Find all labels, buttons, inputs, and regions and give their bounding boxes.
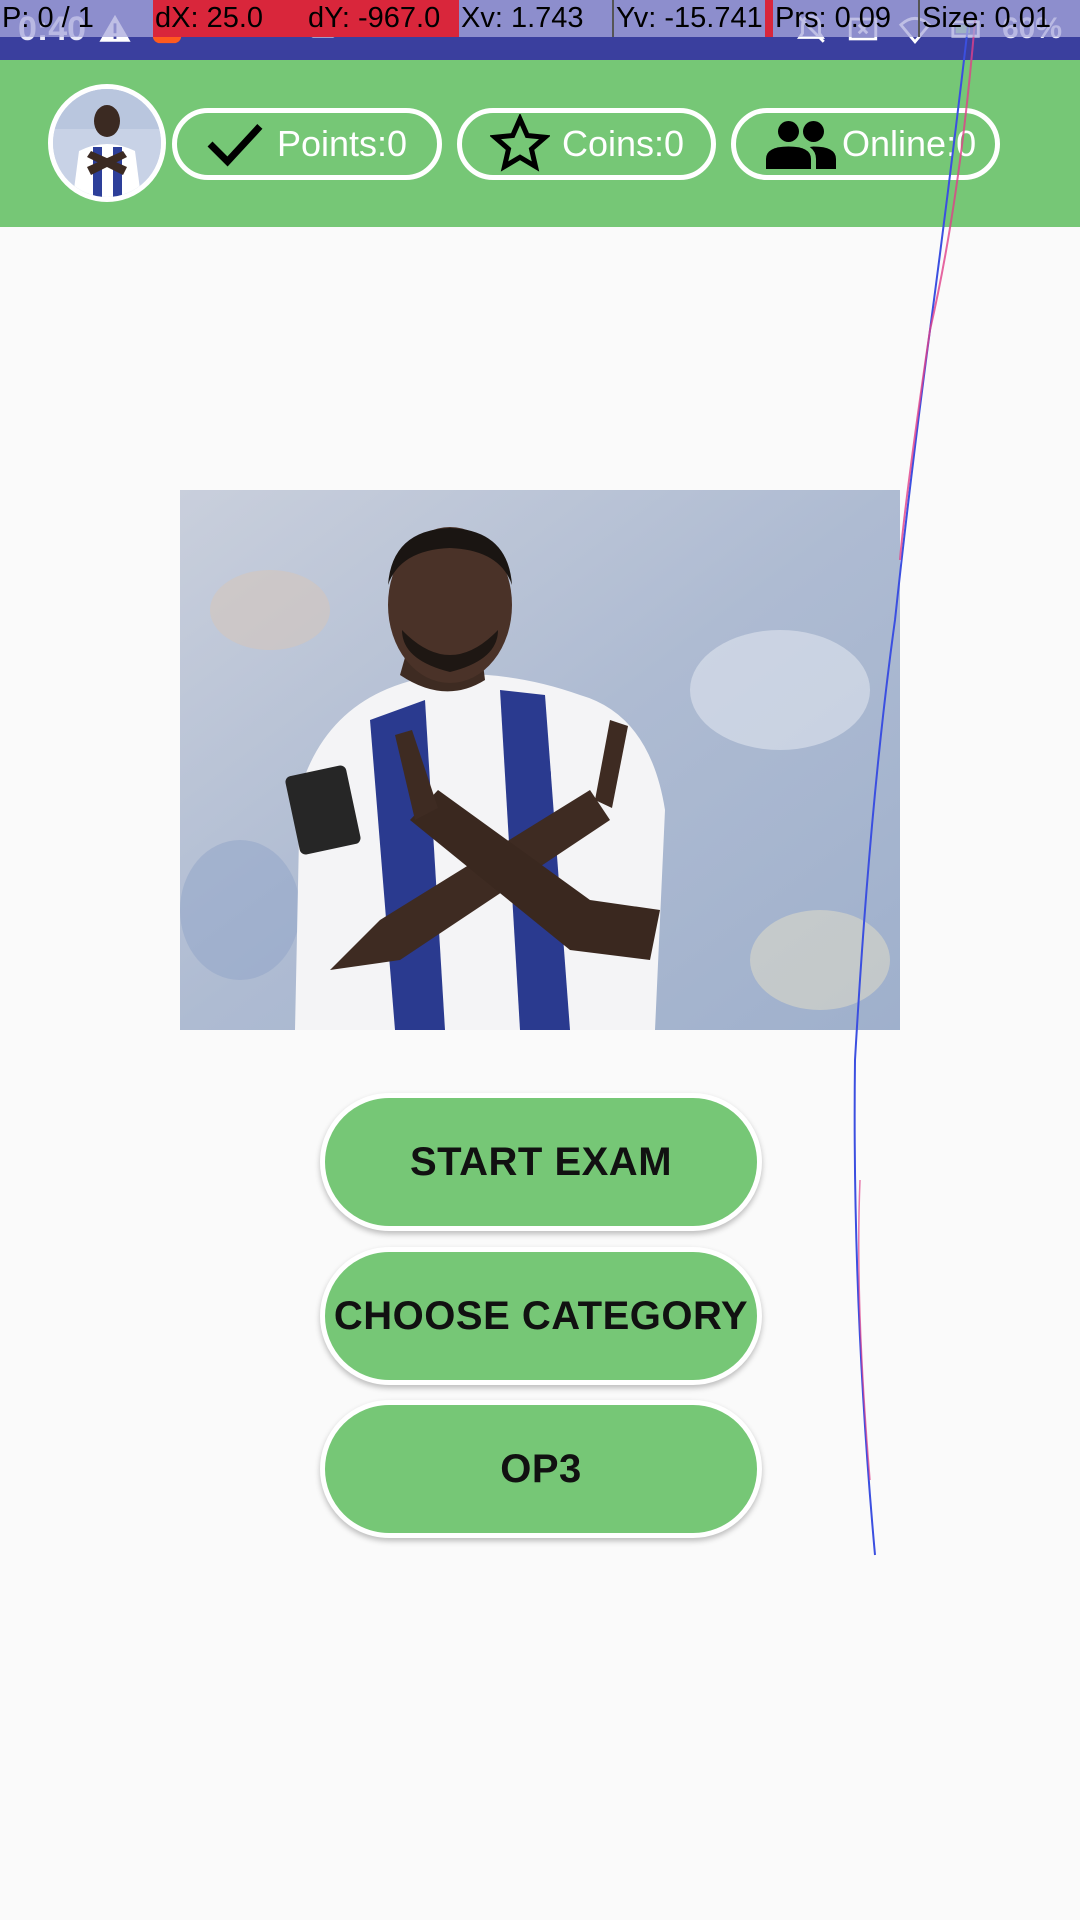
- points-label: Points:0: [277, 123, 408, 164]
- points-pill[interactable]: Points:0: [172, 108, 442, 180]
- online-label: Online:0: [842, 123, 977, 164]
- online-pill[interactable]: Online:0: [731, 108, 1000, 180]
- player-photo-graphic: [180, 490, 900, 1030]
- profile-avatar[interactable]: [48, 84, 166, 202]
- star-icon: [490, 114, 550, 172]
- start-exam-button[interactable]: START EXAM: [320, 1093, 762, 1231]
- op3-button[interactable]: OP3: [320, 1400, 762, 1538]
- debug-size: Size: 0.01: [918, 0, 1080, 37]
- coins-label: Coins:0: [562, 123, 685, 164]
- debug-xv: Xv: 1.743: [459, 0, 612, 37]
- choose-category-button[interactable]: CHOOSE CATEGORY: [320, 1247, 762, 1385]
- debug-dx: dX: 25.0: [153, 0, 306, 37]
- avatar-image: [53, 89, 161, 197]
- player-photo: [180, 490, 900, 1030]
- debug-pressure: Prs: 0.09: [765, 0, 918, 37]
- people-icon: [766, 121, 836, 169]
- app-screen: 0:40 60% P: 0 / 1 dX: 25.0 dY: -967.0 Xv…: [0, 0, 1080, 1920]
- check-icon: [207, 124, 263, 167]
- coins-pill[interactable]: Coins:0: [457, 108, 716, 180]
- debug-pointer: P: 0 / 1: [0, 0, 153, 37]
- debug-dy: dY: -967.0: [306, 0, 459, 37]
- pointer-location-overlay: P: 0 / 1 dX: 25.0 dY: -967.0 Xv: 1.743 Y…: [0, 0, 1080, 37]
- debug-yv: Yv: -15.741: [612, 0, 765, 37]
